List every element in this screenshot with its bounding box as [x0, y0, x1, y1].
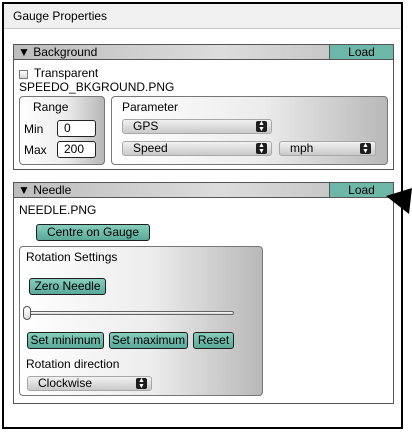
- background-filename: SPEEDO_BKGROUND.PNG: [19, 80, 175, 94]
- select-arrows-icon: ▲ ▼: [360, 142, 371, 155]
- parameter-box: Parameter GPS ▲ ▼ Speed ▲ ▼ mph ▲ ▼: [111, 96, 388, 165]
- range-title: Range: [33, 100, 69, 114]
- rotation-settings-title: Rotation Settings: [26, 250, 118, 264]
- panel-title: Gauge Properties: [13, 9, 108, 23]
- gauge-properties-panel: Gauge Properties ▼ Background Load Trans…: [2, 2, 403, 429]
- triangle-down-icon: ▼: [18, 183, 30, 197]
- needle-header-label: ▼ Needle: [18, 183, 72, 197]
- rotation-settings-box: Rotation Settings Zero Needle Set minimu…: [19, 246, 263, 396]
- zero-needle-button[interactable]: Zero Needle: [29, 278, 106, 295]
- select-arrows-icon: ▲ ▼: [256, 142, 267, 155]
- background-header-label: ▼ Background: [18, 45, 98, 59]
- set-maximum-button[interactable]: Set maximum: [109, 332, 188, 349]
- pointer-arrow-icon: [386, 188, 412, 214]
- background-section: ▼ Background Load Transparent SPEEDO_BKG…: [13, 44, 394, 170]
- parameter-title: Parameter: [122, 100, 179, 114]
- rotation-slider-track[interactable]: [27, 311, 234, 315]
- reset-button[interactable]: Reset: [193, 332, 234, 349]
- parameter-unit-value: mph: [290, 141, 314, 155]
- set-minimum-button[interactable]: Set minimum: [27, 332, 104, 349]
- needle-filename: NEEDLE.PNG: [19, 203, 97, 217]
- parameter-source-value: GPS: [133, 119, 159, 133]
- transparent-checkbox[interactable]: [19, 70, 28, 79]
- select-arrows-icon: ▲ ▼: [256, 120, 267, 133]
- triangle-down-icon: ▼: [18, 45, 30, 59]
- rotation-direction-value: Clockwise: [38, 376, 93, 390]
- parameter-field-value: Speed: [133, 141, 168, 155]
- range-min-input[interactable]: 0: [57, 120, 96, 137]
- centre-on-gauge-button[interactable]: Centre on Gauge: [36, 224, 150, 241]
- parameter-source-select[interactable]: GPS ▲ ▼: [122, 119, 272, 134]
- background-load-button[interactable]: Load: [329, 45, 393, 59]
- rotation-direction-select[interactable]: Clockwise ▲ ▼: [27, 376, 152, 391]
- parameter-unit-select[interactable]: mph ▲ ▼: [279, 141, 376, 156]
- rotation-slider-thumb[interactable]: [23, 306, 31, 320]
- needle-section: ▼ Needle Load NEEDLE.PNG Centre on Gauge…: [13, 182, 394, 404]
- transparent-label: Transparent: [34, 66, 99, 80]
- parameter-field-select[interactable]: Speed ▲ ▼: [122, 141, 272, 156]
- needle-load-button[interactable]: Load: [329, 183, 393, 197]
- needle-section-header[interactable]: ▼ Needle Load: [14, 183, 393, 198]
- background-section-header[interactable]: ▼ Background Load: [14, 45, 393, 60]
- range-max-input[interactable]: 200: [57, 141, 96, 158]
- range-max-label: Max: [24, 143, 47, 157]
- range-box: Range Min 0 Max 200: [19, 96, 105, 165]
- select-arrows-icon: ▲ ▼: [136, 377, 147, 390]
- rotation-direction-label: Rotation direction: [26, 357, 120, 371]
- panel-titlebar: Gauge Properties: [4, 4, 401, 29]
- range-min-label: Min: [24, 122, 44, 136]
